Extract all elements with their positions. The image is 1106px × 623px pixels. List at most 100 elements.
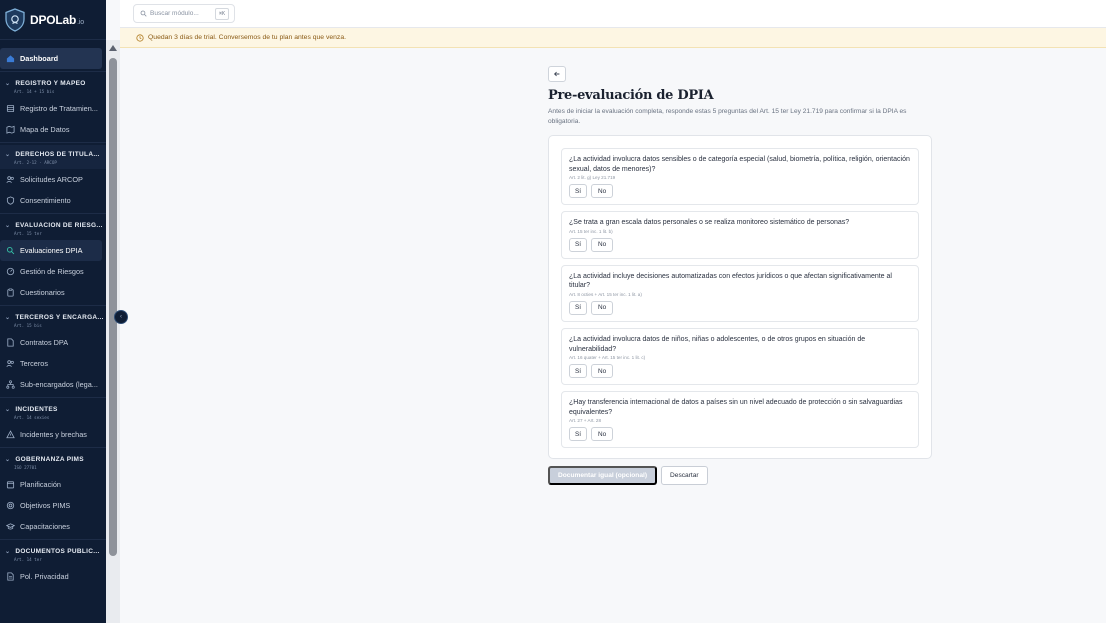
sidebar-item-pol-privacidad[interactable]: Pol. Privacidad — [0, 566, 102, 587]
question-text: ¿Hay transferencia internacional de dato… — [569, 399, 903, 416]
sidebar-item-gestion-riesgos[interactable]: Gestión de Riesgos — [0, 261, 102, 282]
sidebar-item-planificacion[interactable]: Planificación — [0, 474, 102, 495]
scroll-up-arrow-icon[interactable] — [109, 45, 117, 51]
users-icon — [6, 176, 14, 183]
sidebar-item-label: Terceros — [20, 359, 48, 368]
sidebar-item-label: Incidentes y brechas — [20, 430, 87, 439]
sidebar-item-label: Consentimiento — [20, 196, 71, 205]
sidebar-item-registro-tratamiento[interactable]: Registro de Tratamien... — [0, 98, 102, 119]
sidebar-item-objetivos-pims[interactable]: Objetivos PIMS — [0, 495, 102, 516]
sidebar-item-label: Planificación — [20, 480, 61, 489]
sidebar-item-label: Cuestionarios — [20, 288, 65, 297]
question-item: ¿La actividad involucra datos de niños, … — [561, 327, 919, 386]
sidebar-item-label: Sub-encargados (lega... — [20, 380, 98, 389]
chevron-down-icon: ⌄ — [5, 223, 11, 229]
section-registro-mapeo[interactable]: ⌄ REGISTRO Y MAPEO Art. 14 + 15 bis — [0, 74, 106, 98]
answer-no-button[interactable]: No — [591, 300, 614, 315]
chevron-down-icon: ⌄ — [5, 152, 11, 158]
sidebar-item-evaluaciones-dpia[interactable]: Evaluaciones DPIA — [0, 240, 102, 261]
page-subtitle: Antes de iniciar la evaluación completa,… — [548, 108, 907, 125]
sidebar-item-incidentes-brechas[interactable]: Incidentes y brechas — [0, 424, 102, 445]
section-gobernanza-pims[interactable]: ⌄ GOBERNANZA PIMS ISO 27701 — [0, 450, 106, 474]
question-legal-ref: Art. 8 octies + Art. 15 ter inc. 1 lit. … — [569, 291, 642, 297]
document-anyway-button[interactable]: Documentar igual (opcional) — [548, 466, 658, 486]
section-derechos-titulares[interactable]: ⌄ DERECHOS DE TITULA... Art. 2-12 · ARCOP — [0, 145, 106, 169]
answer-no-button[interactable]: No — [591, 427, 614, 442]
chevron-left-icon: ‹ — [120, 314, 122, 320]
sidebar-item-cuestionarios[interactable]: Cuestionarios — [0, 282, 102, 303]
sidebar-item-label: Capacitaciones — [20, 522, 70, 531]
users-icon — [6, 360, 14, 367]
answer-yes-button[interactable]: Sí — [569, 300, 588, 315]
sidebar-item-contratos-dpa[interactable]: Contratos DPA — [0, 332, 102, 353]
target-icon — [6, 501, 15, 510]
sidebar-nav: Dashboard ⌄ REGISTRO Y MAPEO Art. 14 + 15… — [0, 40, 106, 587]
sidebar-item-terceros[interactable]: Terceros — [0, 353, 102, 374]
section-title: INCIDENTES — [15, 406, 58, 413]
section-subtitle: Art. 14 sexies — [14, 415, 50, 420]
divider — [0, 397, 106, 398]
answer-no-button[interactable]: No — [591, 184, 614, 199]
main-content: Pre-evaluación de DPIA Antes de iniciar … — [548, 66, 932, 486]
question-item: ¿La actividad involucra datos sensibles … — [561, 148, 919, 206]
divider — [0, 305, 106, 306]
brand-name: DPOLab — [30, 12, 77, 27]
section-terceros-encargados[interactable]: ⌄ TERCEROS Y ENCARGA... Art. 15 bis — [0, 308, 106, 332]
section-title: DOCUMENTOS PÚBLIC... — [15, 548, 100, 555]
section-title: TERCEROS Y ENCARGA... — [15, 314, 104, 321]
answer-no-button[interactable]: No — [591, 237, 614, 252]
collapse-sidebar-button[interactable]: ‹ — [114, 310, 128, 324]
search-input[interactable]: Buscar módulo... ⌘K — [133, 4, 235, 23]
chevron-down-icon: ⌄ — [5, 549, 11, 555]
sidebar-item-capacitaciones[interactable]: Capacitaciones — [0, 516, 102, 537]
section-subtitle: Art. 15 ter — [14, 231, 42, 236]
section-title: DERECHOS DE TITULA... — [15, 151, 100, 158]
map-icon — [6, 125, 15, 134]
sidebar-item-mapa-datos[interactable]: Mapa de Datos — [0, 119, 102, 140]
discard-button[interactable]: Descartar — [661, 466, 708, 486]
brand-suffix: .io — [77, 18, 84, 26]
network-icon — [6, 380, 15, 389]
answer-yes-button[interactable]: Sí — [569, 184, 588, 199]
clock-icon — [136, 33, 144, 42]
sidebar: DPOLab.io Dashboard ⌄ REGISTRO Y MAPEO Ar… — [0, 0, 106, 623]
back-button[interactable] — [548, 66, 566, 82]
scrollbar-thumb[interactable] — [109, 58, 117, 556]
divider — [0, 539, 106, 540]
section-documentos-publicos[interactable]: ⌄ DOCUMENTOS PÚBLIC... Art. 14 ter — [0, 542, 106, 566]
sidebar-item-label: Dashboard — [20, 54, 59, 63]
chevron-down-icon: ⌄ — [5, 315, 11, 321]
topbar: Buscar módulo... ⌘K — [120, 0, 1106, 28]
sidebar-item-dashboard[interactable]: Dashboard — [0, 48, 102, 69]
sidebar-item-sub-encargados[interactable]: Sub-encargados (lega... — [0, 374, 102, 395]
section-incidentes[interactable]: ⌄ INCIDENTES Art. 14 sexies — [0, 400, 106, 424]
question-text: ¿Se trata a gran escala datos personales… — [569, 219, 850, 227]
answer-yes-button[interactable]: Sí — [569, 364, 588, 379]
section-evaluacion-riesgos[interactable]: ⌄ EVALUACIÓN DE RIESG... Art. 15 ter — [0, 216, 106, 240]
section-title: REGISTRO Y MAPEO — [15, 80, 86, 87]
chevron-down-icon: ⌄ — [5, 81, 11, 87]
divider — [0, 213, 106, 214]
chevron-down-icon: ⌄ — [5, 457, 11, 463]
sidebar-item-solicitudes-arcop[interactable]: Solicitudes ARCOP — [0, 169, 102, 190]
brand[interactable]: DPOLab.io — [0, 0, 106, 40]
sidebar-item-label: Evaluaciones DPIA — [20, 246, 83, 255]
search-icon — [140, 10, 147, 17]
answer-yes-button[interactable]: Sí — [569, 237, 588, 252]
question-legal-ref: Art. 2 lit. g) Ley 21.719 — [569, 175, 616, 181]
sidebar-item-label: Mapa de Datos — [20, 125, 70, 134]
answer-yes-button[interactable]: Sí — [569, 427, 588, 442]
sidebar-item-consentimiento[interactable]: Consentimiento — [0, 190, 102, 211]
gauge-icon — [6, 267, 15, 276]
section-title: EVALUACIÓN DE RIESG... — [15, 222, 103, 229]
sidebar-item-label: Objetivos PIMS — [20, 501, 71, 510]
question-legal-ref: Art. 27 + Art. 28 — [569, 418, 602, 424]
chevron-down-icon: ⌄ — [5, 407, 11, 413]
question-text: ¿La actividad involucra datos de niños, … — [569, 335, 866, 353]
question-text: ¿La actividad incluye decisiones automat… — [569, 272, 892, 290]
answer-no-button[interactable]: No — [591, 364, 614, 379]
question-item: ¿La actividad incluye decisiones automat… — [561, 264, 919, 322]
shortcut-hint: ⌘K — [214, 8, 229, 20]
clipboard-icon — [7, 288, 14, 297]
question-item: ¿Se trata a gran escala datos personales… — [561, 211, 919, 259]
